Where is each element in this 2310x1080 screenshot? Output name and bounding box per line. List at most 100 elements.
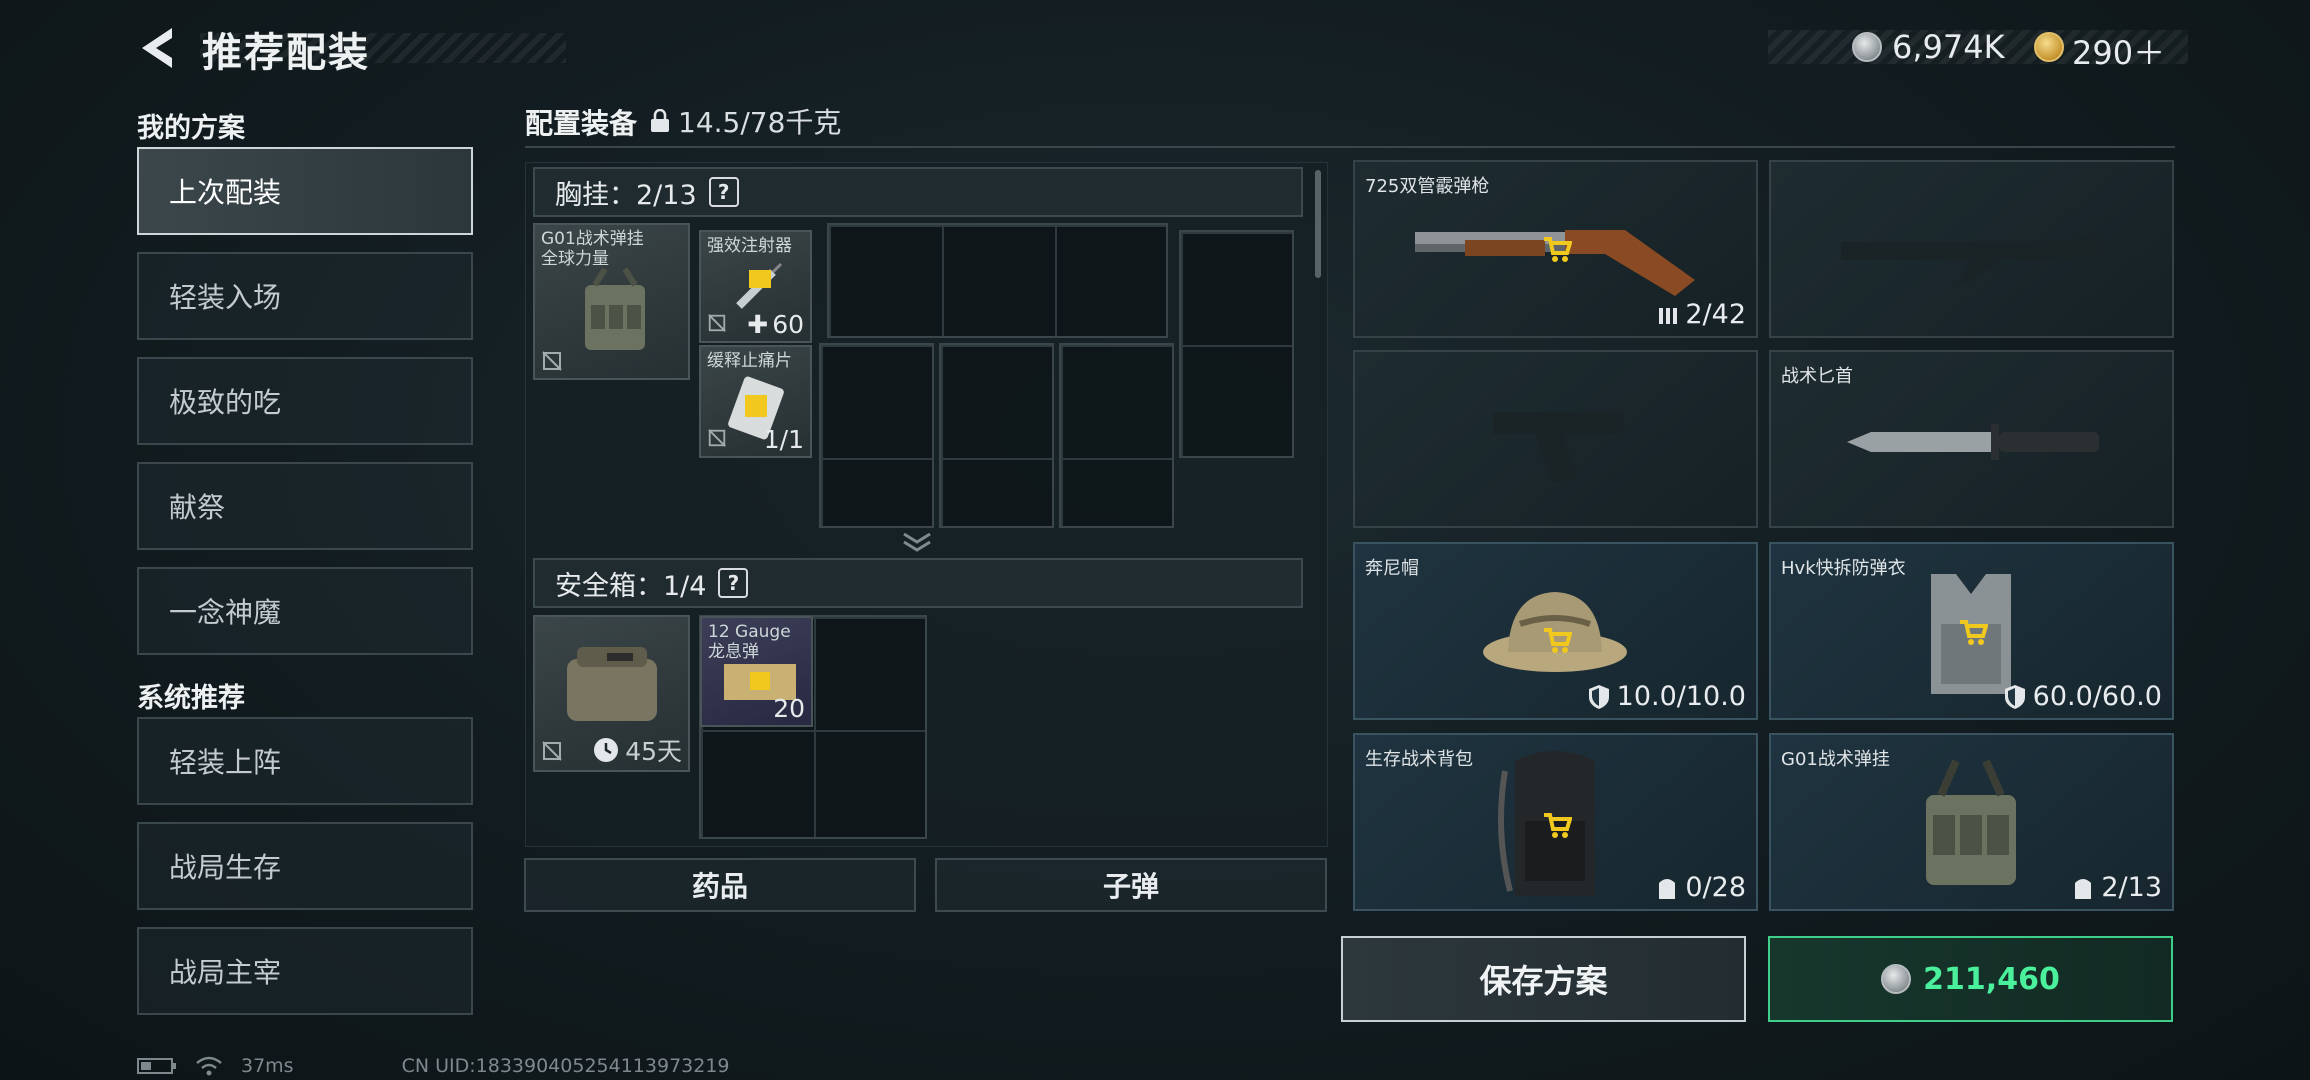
heal-value: 60	[772, 310, 804, 339]
bullets-icon	[1659, 307, 1678, 324]
equip-slot-pistol[interactable]	[1353, 350, 1758, 528]
equip-name: 生存战术背包	[1365, 749, 1473, 770]
durability: 60.0/60.0	[2003, 681, 2162, 712]
equip-slot-helmet[interactable]: 奔尼帽 10.0/10.0	[1353, 542, 1758, 720]
silver-coin-icon	[1881, 964, 1912, 994]
durability: 10.0/10.0	[1587, 681, 1746, 712]
ping-value: 37ms	[241, 1055, 294, 1077]
chest-slot-c[interactable]	[1059, 343, 1174, 528]
no-trade-icon	[708, 429, 726, 447]
my-plans-label: 我的方案	[137, 113, 245, 144]
item-tile-painkiller[interactable]: 缓释止痛片 1/1	[699, 345, 812, 458]
heal-icon: ✚	[747, 310, 769, 339]
cart-icon	[1544, 237, 1572, 262]
weight-value: 14.5/78千克	[678, 106, 842, 139]
equip-slot-melee[interactable]: 战术匕首	[1769, 350, 2174, 528]
chest-slot-1x3[interactable]	[827, 223, 1168, 338]
equip-name: 战术匕首	[1781, 366, 1853, 387]
chest-rig-container-tile[interactable]: G01战术弹挂 全球力量	[533, 223, 690, 380]
item-tile-12-gauge[interactable]: 12 Gauge 龙息弹 20	[700, 616, 813, 727]
divider	[525, 146, 2175, 148]
plan-button-extreme[interactable]: 极致的吃	[137, 357, 473, 445]
item-count: ✚ 60	[747, 310, 804, 339]
wifi-icon	[196, 1056, 222, 1076]
durability-value: 10.0/10.0	[1616, 681, 1746, 712]
equip-slot-chest-rig[interactable]: G01战术弹挂 2/13	[1769, 733, 2174, 911]
chevron-down-icon[interactable]	[900, 528, 934, 556]
item-name: 12 Gauge 龙息弹	[708, 622, 791, 662]
equip-name: 奔尼帽	[1365, 558, 1419, 579]
equip-slot-primary-weapon[interactable]: 725双管霰弹枪 2/42	[1353, 160, 1758, 338]
help-icon[interactable]: ?	[708, 177, 739, 207]
cart-icon	[1544, 813, 1572, 838]
knife-icon	[1847, 424, 2099, 460]
plan-button-one-thought[interactable]: 一念神魔	[137, 567, 473, 655]
safe-box-timer: 45天	[593, 732, 682, 768]
equip-name: 725双管霰弹枪	[1365, 176, 1490, 197]
chest-slot-1x2[interactable]	[1179, 230, 1294, 458]
durability-value: 60.0/60.0	[2032, 681, 2162, 712]
safe-box-label: 安全箱：1/4	[555, 570, 707, 602]
silver-coin-icon	[1852, 32, 1882, 62]
equip-slot-backpack[interactable]: 生存战术背包 0/28	[1353, 733, 1758, 911]
equipment-title: 配置装备	[525, 107, 638, 140]
equip-slot-secondary-weapon[interactable]	[1769, 160, 2174, 338]
ammo-capacity: 2/42	[1657, 299, 1746, 330]
no-trade-icon	[542, 351, 562, 371]
chest-rig-label: 胸挂：2/13	[555, 179, 697, 211]
meds-button[interactable]: 药品	[524, 858, 916, 912]
chest-rig-header: 胸挂：2/13 ?	[533, 167, 1303, 217]
system-recommend-label: 系统推荐	[137, 683, 245, 714]
purchase-button[interactable]: 211,460	[1768, 936, 2173, 1022]
cart-icon	[1960, 620, 1988, 645]
equip-name: G01战术弹挂	[1781, 749, 1890, 770]
back-arrow-icon[interactable]	[138, 26, 178, 70]
silver-currency-value: 6,974K	[1892, 28, 2005, 66]
syringe-icon	[736, 262, 783, 309]
capacity: 0/28	[1655, 872, 1746, 903]
equip-slot-armor[interactable]: Hvk快拆防弹衣 60.0/60.0	[1769, 542, 2174, 720]
chest-slot-a[interactable]	[819, 343, 934, 528]
plan-button-survival[interactable]: 战局生存	[137, 822, 473, 910]
item-count: 1/1	[763, 425, 804, 454]
safe-box-container-tile[interactable]: 45天	[533, 615, 690, 772]
pistol-silhouette-icon	[1493, 412, 1623, 482]
cart-icon	[1544, 628, 1572, 653]
weight-indicator: 14.5/78千克	[650, 101, 841, 141]
capacity-value: 0/28	[1685, 872, 1746, 903]
item-tile-injector[interactable]: 强效注射器 ✚ 60	[699, 230, 812, 343]
page-title: 推荐配装	[202, 30, 370, 76]
clock-icon	[594, 738, 619, 762]
safe-box-header: 安全箱：1/4 ?	[533, 558, 1303, 608]
shield-icon	[2004, 684, 2025, 709]
plan-button-dominate[interactable]: 战局主宰	[137, 927, 473, 1015]
rifle-silhouette-icon	[1841, 236, 2101, 282]
gold-coin-icon	[2034, 32, 2064, 62]
help-icon[interactable]: ?	[718, 568, 749, 598]
capacity-value: 2/13	[2101, 872, 2162, 903]
status-footer: 37ms CN UID:1833904052541139732​19	[137, 1055, 730, 1077]
equip-name: Hvk快拆防弹衣	[1781, 558, 1906, 579]
plan-button-light-entry[interactable]: 轻装入场	[137, 252, 473, 340]
backpack-capacity-icon	[2075, 878, 2092, 899]
capacity: 2/13	[2071, 872, 2162, 903]
chest-rig-container-name: G01战术弹挂 全球力量	[541, 229, 644, 269]
gold-currency-value[interactable]: 290＋	[2072, 28, 2165, 74]
chest-slot-b[interactable]	[939, 343, 1054, 528]
purchase-price: 211,460	[1923, 961, 2060, 997]
item-name: 强效注射器	[707, 236, 792, 256]
no-trade-icon	[542, 741, 562, 761]
safe-box-icon	[567, 647, 657, 721]
ammo-value: 2/42	[1685, 299, 1746, 330]
scrollbar[interactable]	[1315, 170, 1321, 278]
uid-text: CN UID:1833904052541139732​19	[401, 1055, 730, 1077]
backpack-capacity-icon	[1659, 878, 1676, 899]
plan-button-light-battle[interactable]: 轻装上阵	[137, 717, 473, 805]
chest-rig-icon	[585, 267, 645, 350]
battery-icon	[137, 1058, 176, 1074]
chest-rig-icon	[1926, 759, 2016, 885]
plan-button-last[interactable]: 上次配装	[137, 147, 473, 235]
plan-button-sacrifice[interactable]: 献祭	[137, 462, 473, 550]
ammo-button[interactable]: 子弹	[935, 858, 1327, 912]
save-plan-button[interactable]: 保存方案	[1341, 936, 1746, 1022]
